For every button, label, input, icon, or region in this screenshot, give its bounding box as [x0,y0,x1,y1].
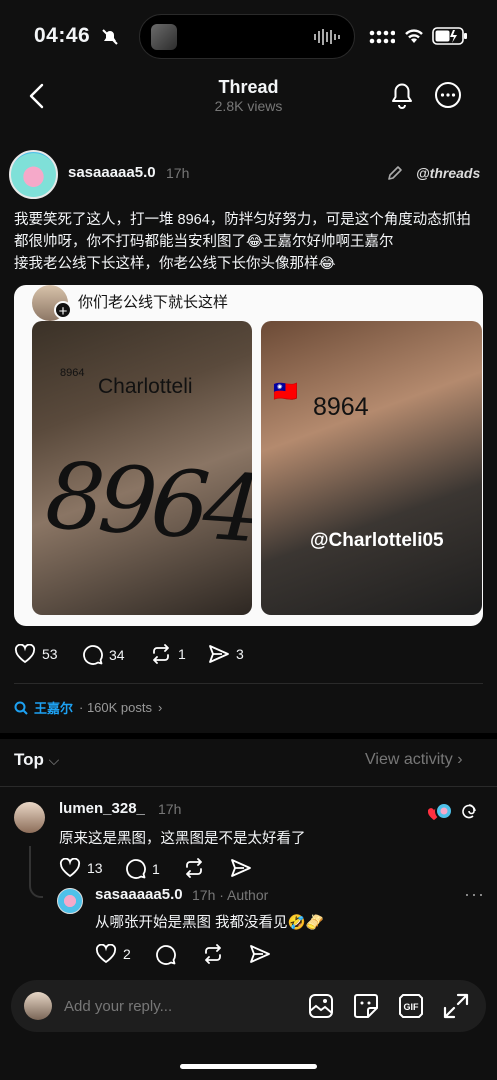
repost-count: 1 [178,646,186,662]
quoted-image-1[interactable]: 8964 Charlotteli 8964 [32,321,252,615]
svg-text:GIF: GIF [404,1002,420,1012]
view-count: 2.8K views [214,98,283,114]
image-icon[interactable] [307,992,335,1020]
reply-thread-line [29,846,43,898]
more-icon[interactable] [433,80,463,110]
post-text-line: 都很帅呀，你不打码都能当安利图了😂王嘉尔好帅啊王嘉尔 [14,234,394,250]
overlay-handle: @Charlotteli05 [310,530,444,551]
view-activity-label: View activity [365,751,453,768]
heart-icon [59,858,81,878]
comment-time: 17h [158,801,182,817]
share-count: 3 [236,646,244,662]
share-icon [209,645,229,663]
now-playing-thumbnail [151,24,177,50]
divider [14,683,483,684]
bell-icon[interactable] [388,80,416,110]
share-icon[interactable] [230,858,252,878]
comment-like-button[interactable]: 13 [59,858,103,878]
chevron-right-icon: › [457,751,463,768]
edit-icon[interactable] [386,164,404,182]
comment-reply-button[interactable]: 1 [125,858,160,879]
overlay-small-number: 8964 [60,367,85,379]
quoted-post-text: 你们老公线下就长这样 [78,294,229,311]
reply-text: 从哪张开始是黑图 我都没看见🤣🫔 [95,915,324,931]
comment-like-count: 13 [87,860,103,876]
comment-icon[interactable] [155,944,176,965]
reply-author-avatar[interactable] [57,888,83,914]
gif-icon[interactable]: GIF [397,992,425,1020]
chevron-down-icon: ⌵ [48,752,60,768]
dynamic-island[interactable] [139,14,355,59]
home-indicator[interactable] [180,1064,317,1069]
reply-like-count: 2 [123,946,131,962]
wifi-icon [405,29,423,43]
follow-plus-icon[interactable]: + [54,301,72,320]
sort-label: Top [14,750,44,769]
threads-brand[interactable]: @threads [416,165,480,181]
comment-icon [83,645,103,665]
battery-icon [432,27,467,45]
topic-name: 王嘉尔 [34,701,74,716]
audio-wave-icon [314,29,340,45]
comment-icon [126,859,146,879]
author-name[interactable]: sasaaaaa5.0 [68,164,156,181]
my-avatar [24,992,52,1020]
chevron-right-icon: › [158,700,163,715]
post-time: 17h [166,165,190,181]
commenter-avatar[interactable] [14,802,45,833]
quoted-post-card[interactable]: + 你们老公线下就长这样 8964 Charlotteli 8964 🇹🇼 89… [14,285,483,626]
reply-input[interactable] [64,994,264,1018]
search-icon [14,701,28,715]
heart-icon [95,944,117,964]
overlay-number: 8964 [313,393,369,421]
status-time: 04:46 [34,24,91,47]
post-text-line: 接我老公线下长这样，你老公线下长你头像那样😂 [14,256,336,272]
quoted-image-2[interactable]: 🇹🇼 8964 @Charlotteli05 [261,321,482,615]
reply-like-button[interactable]: 2 [95,944,131,964]
reaction-indicator-icon[interactable] [428,801,486,823]
reply-composer: GIF [11,980,486,1032]
silent-bell-icon [102,29,118,45]
comment-reply-count: 1 [152,860,160,877]
threads-brand-label: threads [429,165,481,181]
view-activity-link[interactable]: View activity › [365,751,463,769]
commenter-name[interactable]: lumen_328_ [59,800,145,817]
sticker-icon[interactable] [352,992,380,1020]
divider [0,786,497,787]
post-text-line: 我要笑死了这人，打一堆 8964，防拌匀好努力，可是这个角度动态抓拍 [14,212,471,228]
comment-button[interactable]: 34 [82,644,125,665]
page-title: Thread [218,77,279,97]
signal-icon [369,30,395,44]
repost-icon[interactable] [202,944,224,964]
reply-meta: 17h · Author [192,887,269,903]
repost-button[interactable]: 1 [150,644,186,664]
like-button[interactable]: 53 [14,644,58,664]
expand-icon[interactable] [442,992,470,1020]
flag-icon: 🇹🇼 [273,381,298,403]
share-icon[interactable] [249,944,271,964]
overlay-name: Charlotteli [98,375,193,398]
threads-logo-icon: @ [416,165,430,181]
reply-more-icon[interactable]: ··· [464,884,485,905]
repost-icon[interactable] [183,858,205,878]
share-button[interactable]: 3 [208,644,244,664]
comment-text: 原来这是黑图，这黑图是不是太好看了 [59,831,306,847]
topic-post-count: · 160K posts [79,700,153,715]
overlay-big-number: 8964 [42,441,252,564]
sort-dropdown[interactable]: Top ⌵ [14,750,59,770]
like-count: 53 [42,646,58,662]
post-text: 我要笑死了这人，打一堆 8964，防拌匀好努力，可是这个角度动态抓拍 都很帅呀，… [14,209,484,275]
heart-icon [14,644,36,664]
repost-icon [153,644,169,664]
comment-count: 34 [109,646,125,663]
author-avatar[interactable] [9,150,58,199]
section-separator [0,733,497,739]
topic-tag[interactable]: 王嘉尔 · 160K posts › [14,698,162,717]
reply-author-name[interactable]: sasaaaaa5.0 [95,886,183,903]
